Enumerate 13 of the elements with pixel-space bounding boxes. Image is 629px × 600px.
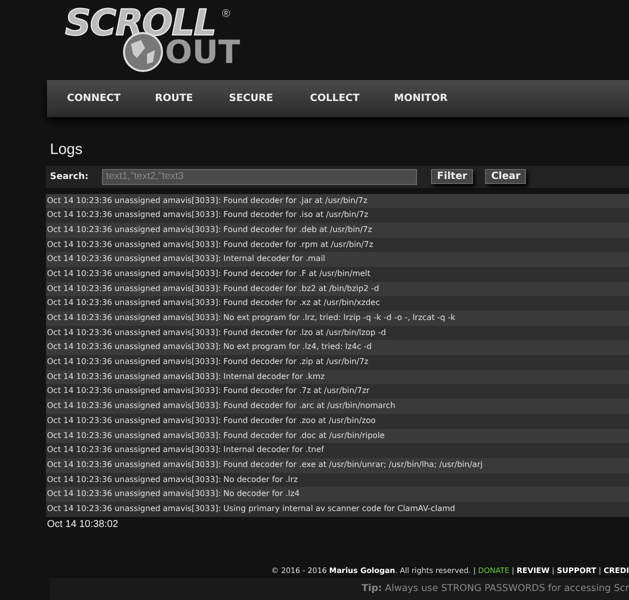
search-label: Search: [50,172,90,182]
nav-link[interactable]: SECURE [229,93,310,104]
page-title: Logs [50,140,84,160]
tip-text: Tip: Always use STRONG PASSWORDS for accessing Scr [50,578,629,600]
filter-button[interactable]: Filter [431,169,474,184]
nav-link[interactable]: ROUTE [155,93,229,104]
nav-link[interactable]: MONITOR [394,93,474,104]
nav-link[interactable]: COLLECT [310,93,394,104]
nav-link[interactable]: CONNECT [67,93,155,104]
clear-button[interactable]: Clear [485,169,526,184]
search-field[interactable]: text1,"text2,"text3 [102,168,417,184]
timestamp: Oct 14 10:38:02 [47,518,120,532]
registered-mark: ® [222,7,230,22]
